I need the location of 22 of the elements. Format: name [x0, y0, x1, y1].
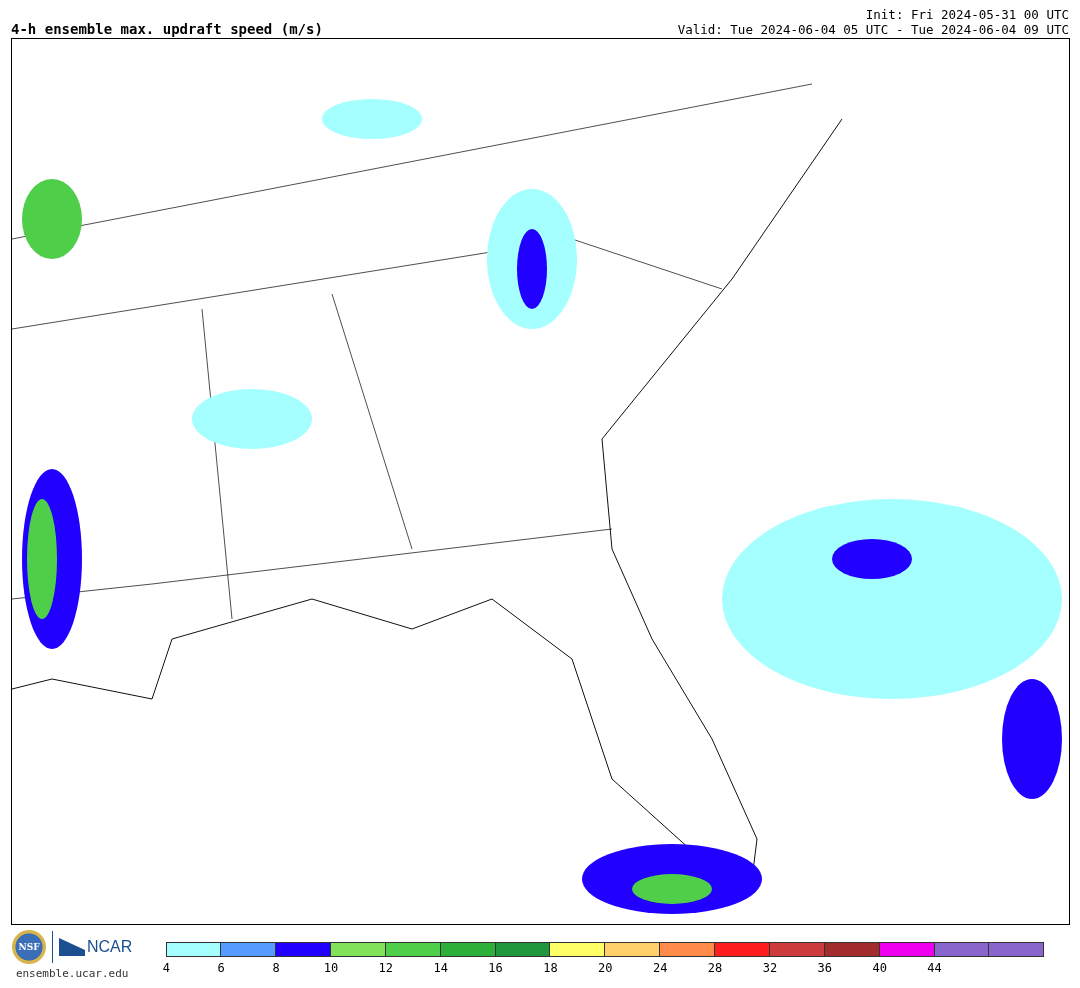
site-url: ensemble.ucar.edu — [15, 967, 129, 980]
legend-label: 18 — [543, 961, 558, 975]
legend-label: 28 — [707, 961, 723, 975]
legend-label: 10 — [323, 961, 339, 975]
legend-label: 6 — [217, 961, 225, 975]
legend-label: 24 — [653, 961, 668, 975]
legend-label: 40 — [872, 961, 887, 975]
legend-label: 12 — [378, 961, 394, 975]
nsf-logo: NSF — [12, 930, 46, 964]
legend-label: 8 — [272, 961, 280, 975]
legend-label: 4 — [162, 961, 170, 975]
chart-title: 4-h ensemble max. updraft speed (m/s) — [11, 21, 323, 37]
legend-label: 20 — [598, 961, 613, 975]
legend-label: 14 — [433, 961, 448, 975]
legend-label: 16 — [488, 961, 503, 975]
legend-label: 44 — [927, 961, 942, 975]
swoosh-icon — [59, 938, 85, 956]
init-time: Init: Fri 2024-05-31 00 UTC — [865, 7, 1069, 22]
valid-time: Valid: Tue 2024-06-04 05 UTC - Tue 2024-06-04 09 UTC — [677, 22, 1069, 37]
legend-label: 32 — [762, 961, 778, 975]
ncar-logo: NCAR — [87, 938, 133, 956]
legend-label: 36 — [817, 961, 833, 975]
